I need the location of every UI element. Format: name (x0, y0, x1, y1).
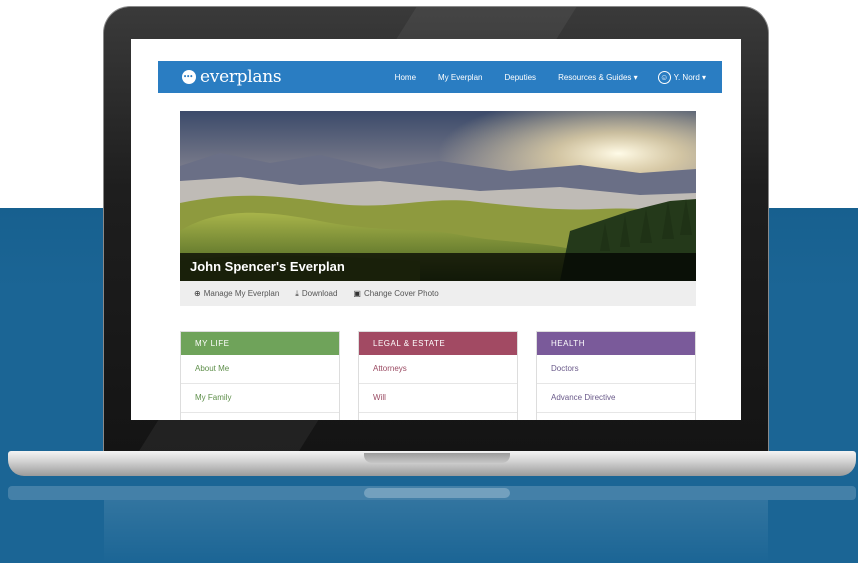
change-cover-photo-label: Change Cover Photo (363, 289, 439, 298)
card-my-life: MY LIFE About Me My Family (180, 331, 340, 420)
card-item-doctors[interactable]: Doctors (537, 355, 695, 384)
laptop-screen: everplans Home My Everplan Deputies Reso… (131, 39, 741, 420)
plus-circle-icon: ⊕ (194, 289, 201, 298)
cover-actions-bar: ⊕ Manage My Everplan ⤓ Download ▣ Change… (180, 281, 696, 306)
cover-photo: John Spencer's Everplan (180, 111, 696, 281)
nav-my-everplan[interactable]: My Everplan (438, 73, 482, 82)
everplan-title: John Spencer's Everplan (180, 253, 696, 281)
user-name: Y. Nord ▾ (673, 72, 706, 82)
image-icon: ▣ (353, 289, 361, 298)
card-item-advance-directive[interactable]: Advance Directive (537, 384, 695, 413)
notch-reflection (364, 488, 510, 498)
manage-everplan-link[interactable]: ⊕ Manage My Everplan (194, 289, 279, 298)
card-item-my-family[interactable]: My Family (181, 384, 339, 413)
card-item-attorneys[interactable]: Attorneys (359, 355, 517, 384)
change-cover-photo-link[interactable]: ▣ Change Cover Photo (353, 289, 438, 298)
nav-home[interactable]: Home (395, 73, 416, 82)
logo-text: everplans (200, 67, 282, 87)
logo-icon (182, 70, 196, 84)
top-nav: everplans Home My Everplan Deputies Reso… (158, 61, 722, 93)
user-menu[interactable]: ☺ Y. Nord ▾ (657, 70, 706, 84)
nav-links: Home My Everplan Deputies Resources & Gu… (373, 70, 706, 84)
card-header-legal-estate[interactable]: LEGAL & ESTATE (359, 332, 517, 355)
nav-resources-guides[interactable]: Resources & Guides ▾ (558, 73, 638, 82)
nav-deputies[interactable]: Deputies (504, 73, 536, 82)
everplans-logo[interactable]: everplans (182, 67, 282, 87)
card-item-about-me[interactable]: About Me (181, 355, 339, 384)
download-label: Download (301, 289, 338, 298)
screen-reflection (104, 500, 768, 563)
card-header-my-life[interactable]: MY LIFE (181, 332, 339, 355)
card-health: HEALTH Doctors Advance Directive (536, 331, 696, 420)
download-icon: ⤓ (295, 288, 299, 298)
download-link[interactable]: ⤓ Download (295, 289, 337, 299)
laptop-notch (364, 453, 510, 463)
card-item-will[interactable]: Will (359, 384, 517, 413)
card-header-health[interactable]: HEALTH (537, 332, 695, 355)
manage-everplan-label: Manage My Everplan (203, 289, 280, 298)
card-legal-estate: LEGAL & ESTATE Attorneys Will (358, 331, 518, 420)
user-avatar-icon: ☺ (657, 70, 671, 84)
